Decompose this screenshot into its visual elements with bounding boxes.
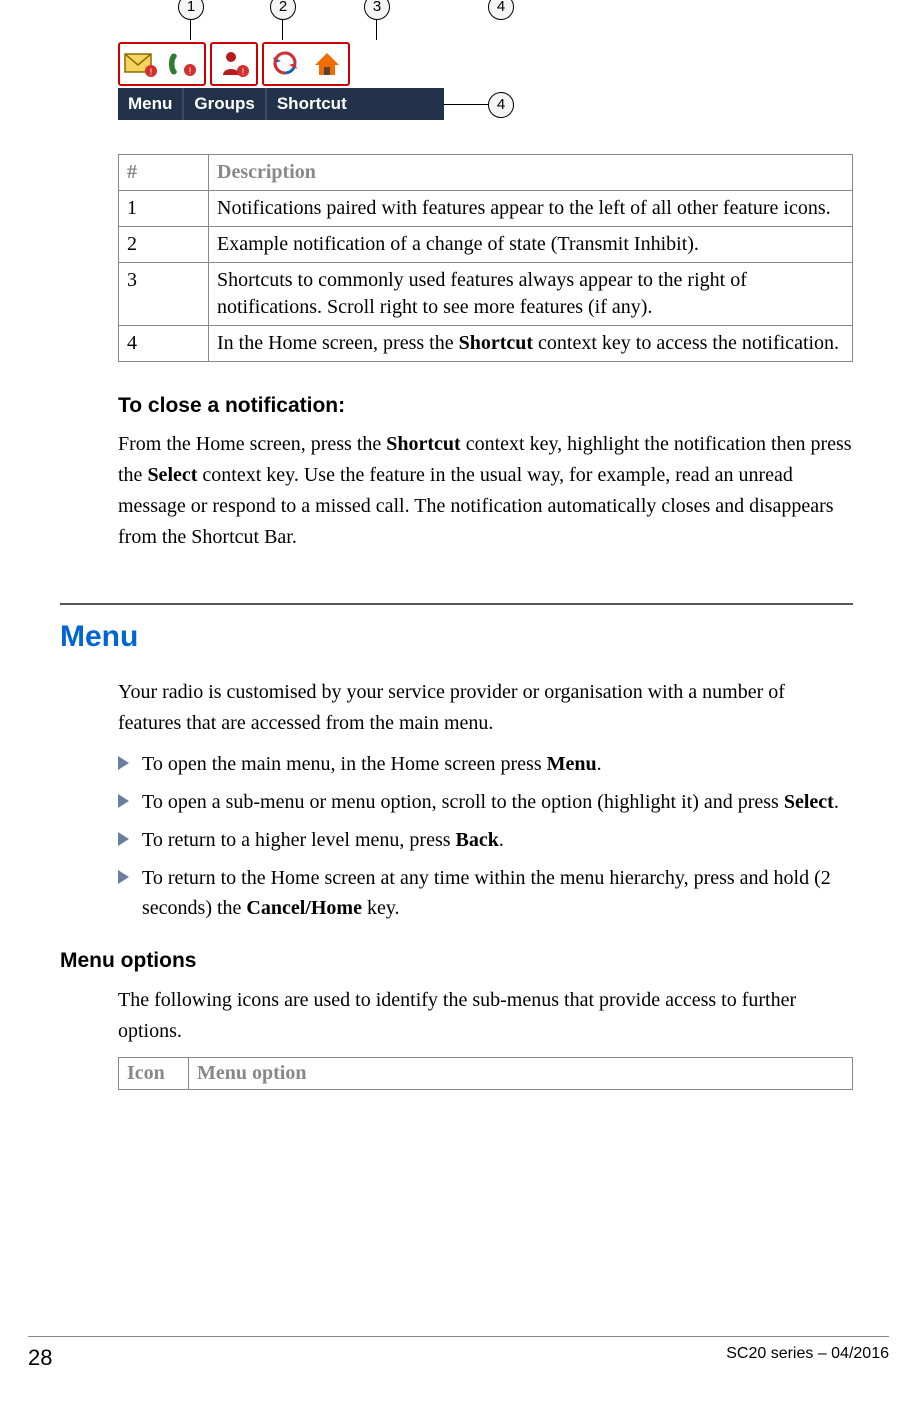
mail-alert-icon: !: [122, 47, 160, 81]
transmit-inhibit-icon-box: !: [210, 42, 258, 86]
text: .: [597, 753, 602, 775]
svg-text:!: !: [242, 67, 245, 77]
menu-options-heading: Menu options: [60, 947, 853, 974]
page-footer: 28 SC20 series – 04/2016: [28, 1345, 889, 1371]
cell-desc: Notifications paired with features appea…: [209, 191, 853, 227]
menu-heading: Menu: [60, 619, 853, 655]
toolbar-mock: ! ! !: [118, 40, 444, 120]
menu-options-intro: The following icons are used to identify…: [118, 985, 853, 1047]
cell-bold: Shortcut: [459, 332, 533, 354]
table-row: 3 Shortcuts to commonly used features al…: [119, 263, 853, 326]
cell-text: In the Home screen, press the: [217, 332, 459, 354]
close-notification-heading: To close a notification:: [118, 392, 853, 419]
callout-2: 2: [270, 0, 296, 20]
text: .: [834, 791, 839, 813]
table-row: 1 Notifications paired with features app…: [119, 191, 853, 227]
text: To return to a higher level menu, press: [142, 829, 456, 851]
text: To open a sub-menu or menu option, scrol…: [142, 791, 784, 813]
cell-num: 3: [119, 263, 209, 326]
menu-options-table: Icon Menu option: [118, 1057, 853, 1090]
section-divider: [60, 603, 853, 605]
callout-1: 1: [178, 0, 204, 20]
callout-4b: 4: [488, 92, 514, 118]
bold: Menu: [547, 753, 597, 775]
cell-text: Notifications paired with features appea…: [217, 197, 831, 219]
description-table: # Description 1 Notifications paired wit…: [118, 154, 853, 362]
menubar-groups: Groups: [184, 88, 266, 120]
menu-steps-list: To open the main menu, in the Home scree…: [118, 749, 853, 923]
cell-text: Shortcuts to commonly used features alwa…: [217, 269, 747, 318]
svg-text:!: !: [150, 67, 153, 77]
footer-rule: [28, 1336, 889, 1337]
table-row: 2 Example notification of a change of st…: [119, 227, 853, 263]
close-notification-body: From the Home screen, press the Shortcut…: [118, 429, 853, 553]
cell-text: context key to access the notification.: [533, 332, 839, 354]
th-num: #: [119, 155, 209, 191]
home-icon: [308, 47, 346, 81]
revision-label: SC20 series – 04/2016: [726, 1345, 889, 1371]
th-desc: Description: [209, 155, 853, 191]
cell-num: 2: [119, 227, 209, 263]
cell-num: 1: [119, 191, 209, 227]
list-item: To open the main menu, in the Home scree…: [118, 749, 853, 779]
callout-4-label: 4: [497, 96, 505, 113]
refresh-icon: [266, 47, 304, 81]
bold-select: Select: [147, 464, 197, 486]
text: context key. Use the feature in the usua…: [118, 464, 834, 548]
callout-4: 4: [488, 0, 514, 20]
list-item: To return to a higher level menu, press …: [118, 825, 853, 855]
shortcut-bar-figure: 1 2 3 4 4 ! !: [118, 0, 853, 144]
menubar-mock: Menu Groups Shortcut: [118, 88, 444, 120]
menubar-menu: Menu: [118, 88, 184, 120]
list-item: To return to the Home screen at any time…: [118, 863, 853, 923]
text: To open the main menu, in the Home scree…: [142, 753, 547, 775]
text: From the Home screen, press the: [118, 433, 386, 455]
text: key.: [362, 897, 400, 919]
bold: Cancel/Home: [246, 897, 362, 919]
person-alert-icon: !: [215, 47, 253, 81]
th-icon: Icon: [119, 1057, 189, 1089]
bold-shortcut: Shortcut: [386, 433, 460, 455]
cell-desc: In the Home screen, press the Shortcut c…: [209, 326, 853, 362]
notification-group: ! !: [118, 42, 206, 86]
menu-intro: Your radio is customised by your service…: [118, 677, 853, 739]
th-menuoption: Menu option: [189, 1057, 853, 1089]
table-row: 4 In the Home screen, press the Shortcut…: [119, 326, 853, 362]
shortcuts-group: [262, 42, 350, 86]
phone-alert-icon: !: [164, 47, 202, 81]
cell-desc: Example notification of a change of stat…: [209, 227, 853, 263]
page-number: 28: [28, 1345, 52, 1371]
cell-desc: Shortcuts to commonly used features alwa…: [209, 263, 853, 326]
svg-text:!: !: [189, 66, 192, 76]
cell-num: 4: [119, 326, 209, 362]
menubar-shortcut: Shortcut: [267, 88, 357, 120]
text: .: [499, 829, 504, 851]
bold: Select: [784, 791, 834, 813]
list-item: To open a sub-menu or menu option, scrol…: [118, 787, 853, 817]
cell-text: Example notification of a change of stat…: [217, 233, 699, 255]
callout-3: 3: [364, 0, 390, 20]
bold: Back: [456, 829, 499, 851]
